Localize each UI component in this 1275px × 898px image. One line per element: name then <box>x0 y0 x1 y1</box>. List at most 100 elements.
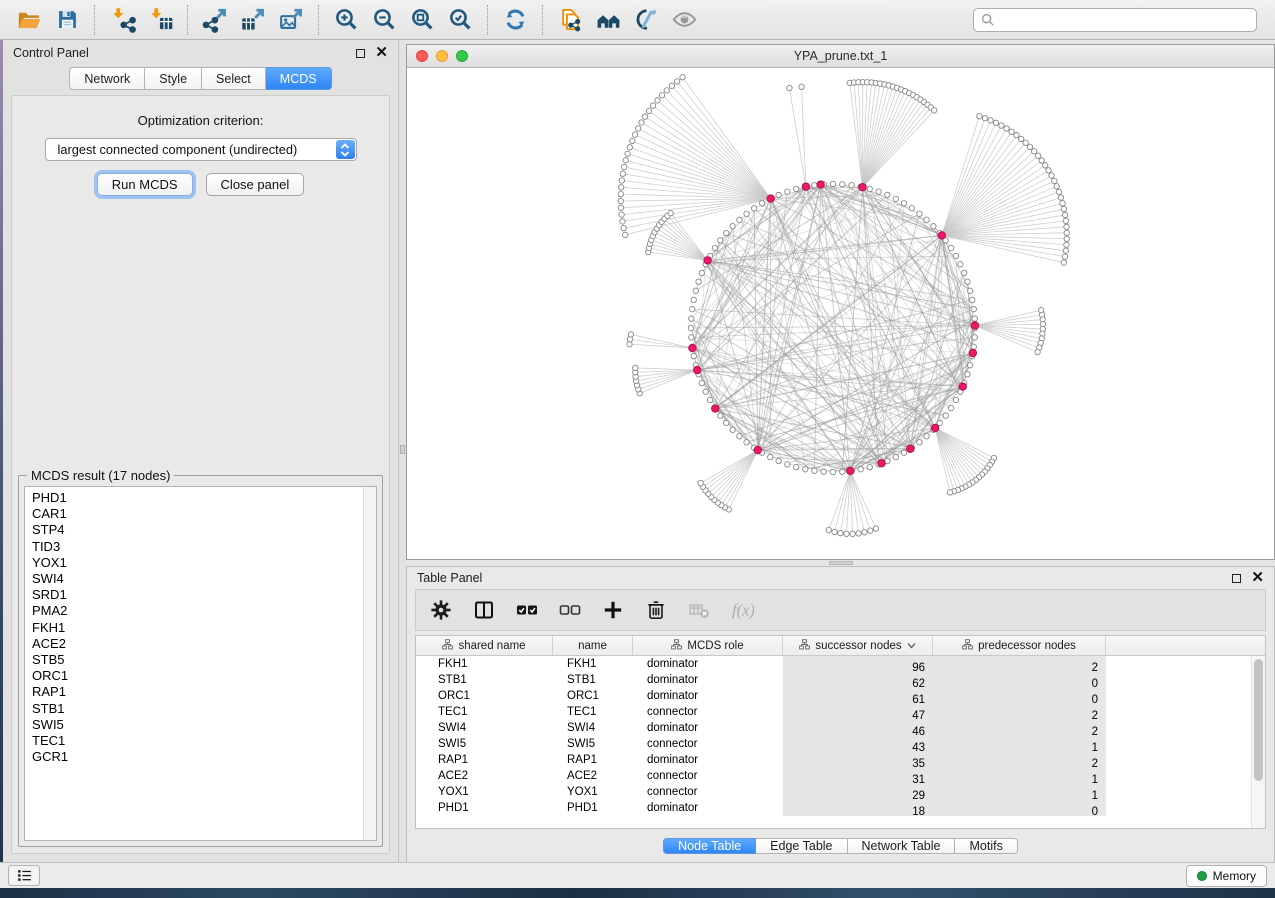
mcds-result-item[interactable]: STP4 <box>32 522 376 538</box>
open-folder-icon[interactable] <box>10 4 48 36</box>
column-header-predecessor-nodes[interactable]: predecessor nodes <box>933 636 1106 655</box>
mcds-result-item[interactable]: SWI4 <box>32 571 376 587</box>
mcds-result-item[interactable]: GCR1 <box>32 749 376 765</box>
refresh-arrows-icon[interactable] <box>496 4 534 36</box>
table-body: FKH1FKH1dominator962STB1STB1dominator620… <box>416 656 1265 816</box>
mcds-result-item[interactable]: ORC1 <box>32 668 376 684</box>
table-row[interactable]: ACE2ACE2connector311 <box>416 768 1265 784</box>
table-row[interactable]: YOX1YOX1connector291 <box>416 784 1265 800</box>
checkboxes-unchecked-icon[interactable] <box>557 597 583 623</box>
optimization-criterion-label: Optimization criterion: <box>12 113 389 128</box>
close-panel-button[interactable]: Close panel <box>206 173 305 196</box>
tab-select[interactable]: Select <box>202 67 266 90</box>
application-window: Control Panel ✕ NetworkStyleSelectMCDS O… <box>0 0 1275 898</box>
tab-network-table[interactable]: Network Table <box>848 838 956 854</box>
trash-icon[interactable] <box>643 597 669 623</box>
toolbar-separator <box>94 5 95 35</box>
zoom-in-icon[interactable] <box>327 4 365 36</box>
tab-edge-table[interactable]: Edge Table <box>756 838 847 854</box>
mcds-result-item[interactable]: SRD1 <box>32 587 376 603</box>
cell-name: TEC1 <box>553 704 633 720</box>
mcds-result-item[interactable]: PHD1 <box>32 490 376 506</box>
cell-predecessor-nodes: 2 <box>933 752 1106 768</box>
cell-successor-nodes: 47 <box>783 704 933 720</box>
cell-MCDS-role: dominator <box>633 688 783 704</box>
column-header-MCDS-role[interactable]: MCDS role <box>633 636 783 655</box>
tab-node-table[interactable]: Node Table <box>663 838 756 854</box>
table-scrollbar[interactable] <box>1251 656 1265 828</box>
table-row[interactable]: SWI4SWI4dominator462 <box>416 720 1265 736</box>
column-label: name <box>578 640 607 652</box>
export-image-icon[interactable] <box>272 4 310 36</box>
column-header-name[interactable]: name <box>553 636 633 655</box>
split-columns-icon[interactable] <box>471 597 497 623</box>
table-row[interactable]: PHD1PHD1dominator180 <box>416 800 1265 816</box>
houses-icon[interactable] <box>589 4 627 36</box>
vertical-splitter[interactable] <box>399 40 406 862</box>
sort-chevron-icon[interactable] <box>907 640 916 652</box>
mcds-result-item[interactable]: STB5 <box>32 652 376 668</box>
optimization-criterion-dropdown[interactable]: largest connected component (undirected) <box>45 138 357 161</box>
eye-icon[interactable] <box>665 4 703 36</box>
mcds-result-item[interactable]: ACE2 <box>32 636 376 652</box>
documents-share-icon[interactable] <box>551 4 589 36</box>
table-row[interactable]: RAP1RAP1dominator352 <box>416 752 1265 768</box>
table-header-row: shared name name MCDS role successor node… <box>416 636 1265 656</box>
task-history-button[interactable] <box>8 865 40 886</box>
mcds-result-item[interactable]: RAP1 <box>32 684 376 700</box>
import-network-icon[interactable] <box>103 4 141 36</box>
export-network-icon[interactable] <box>196 4 234 36</box>
mcds-result-item[interactable]: TEC1 <box>32 733 376 749</box>
mcds-result-item[interactable]: FKH1 <box>32 620 376 636</box>
network-view-canvas[interactable] <box>407 68 1274 559</box>
add-plus-icon[interactable] <box>600 597 626 623</box>
float-panel-icon[interactable] <box>356 49 365 58</box>
zoom-selected-icon[interactable] <box>441 4 479 36</box>
mcds-result-item[interactable]: SWI5 <box>32 717 376 733</box>
table-row[interactable]: ORC1ORC1dominator610 <box>416 688 1265 704</box>
maximize-window-icon[interactable] <box>456 50 468 62</box>
table-row[interactable]: SWI5SWI5connector431 <box>416 736 1265 752</box>
import-table-icon[interactable] <box>141 4 179 36</box>
minimize-window-icon[interactable] <box>436 50 448 62</box>
close-table-panel-icon[interactable]: ✕ <box>1251 573 1264 583</box>
column-header-successor-nodes[interactable]: successor nodes <box>783 636 933 655</box>
cell-name: RAP1 <box>553 752 633 768</box>
mcds-result-list[interactable]: PHD1CAR1STP4TID3YOX1SWI4SRD1PMA2FKH1ACE2… <box>24 486 377 841</box>
table-panel: Table Panel ✕ f(x) shared namename MCDS … <box>406 566 1275 862</box>
mcds-result-item[interactable]: STB1 <box>32 701 376 717</box>
table-row[interactable]: FKH1FKH1dominator962 <box>416 656 1265 672</box>
mcds-list-scrollbar[interactable] <box>363 487 376 840</box>
cell-name: ORC1 <box>553 688 633 704</box>
export-table-icon[interactable] <box>234 4 272 36</box>
search-input[interactable] <box>973 8 1257 32</box>
tab-network[interactable]: Network <box>69 67 145 90</box>
cell-predecessor-nodes: 2 <box>933 656 1106 672</box>
checkboxes-checked-icon[interactable] <box>514 597 540 623</box>
mcds-result-item[interactable]: TID3 <box>32 539 376 555</box>
close-window-icon[interactable] <box>416 50 428 62</box>
memory-button[interactable]: Memory <box>1186 865 1267 887</box>
table-row[interactable]: TEC1TEC1connector472 <box>416 704 1265 720</box>
zoom-fit-icon[interactable] <box>403 4 441 36</box>
table-row[interactable]: STB1STB1dominator620 <box>416 672 1265 688</box>
close-panel-icon[interactable]: ✕ <box>375 48 388 58</box>
float-table-panel-icon[interactable] <box>1232 574 1241 583</box>
mcds-result-item[interactable]: CAR1 <box>32 506 376 522</box>
mcds-result-item[interactable]: YOX1 <box>32 555 376 571</box>
tab-style[interactable]: Style <box>145 67 202 90</box>
tab-mcds[interactable]: MCDS <box>266 67 332 90</box>
cell-successor-nodes: 96 <box>783 656 933 672</box>
run-mcds-button[interactable]: Run MCDS <box>97 173 193 196</box>
table-scrollbar-thumb[interactable] <box>1254 659 1263 781</box>
cell-predecessor-nodes: 1 <box>933 784 1106 800</box>
column-header-shared-name[interactable]: shared name <box>416 636 553 655</box>
save-floppy-icon[interactable] <box>48 4 86 36</box>
mcds-result-item[interactable]: PMA2 <box>32 603 376 619</box>
zoom-out-icon[interactable] <box>365 4 403 36</box>
settings-gear-icon[interactable] <box>428 597 454 623</box>
horizontal-splitter[interactable] <box>406 560 1275 566</box>
tab-motifs[interactable]: Motifs <box>955 838 1017 854</box>
pen-slash-icon[interactable] <box>627 4 665 36</box>
control-panel: Control Panel ✕ NetworkStyleSelectMCDS O… <box>3 40 399 862</box>
